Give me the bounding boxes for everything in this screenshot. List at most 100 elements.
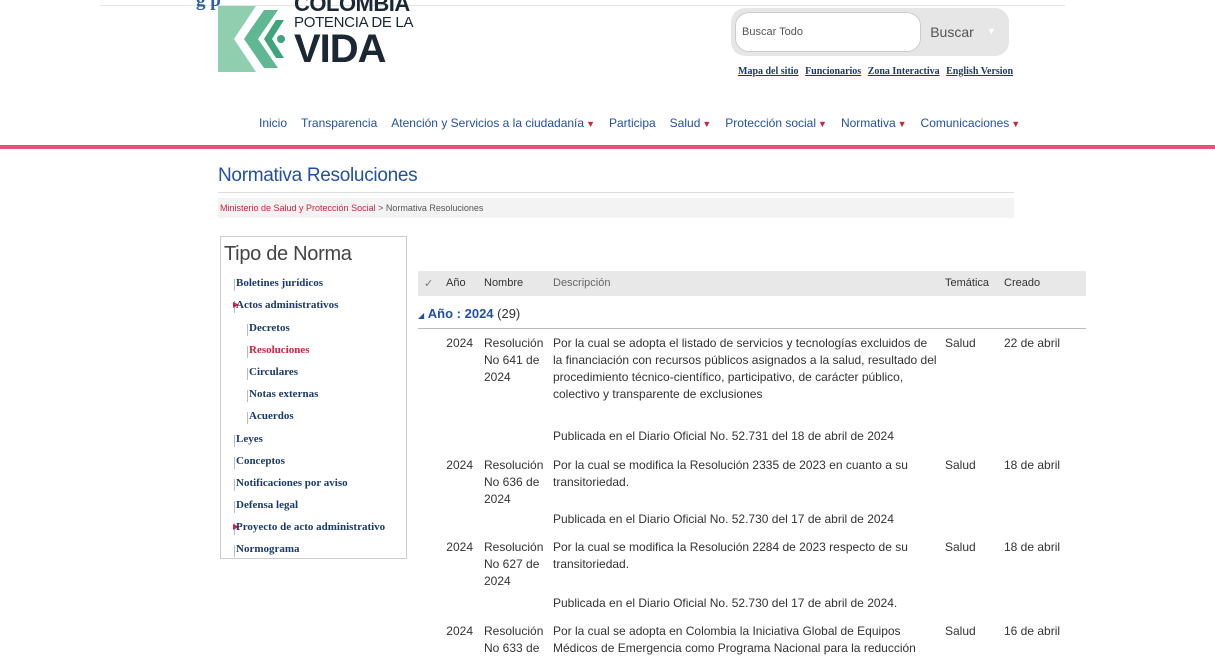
search-button[interactable]: Buscar: [921, 12, 983, 52]
dropdown-caret-icon: ▼: [702, 119, 712, 129]
utility-links: Mapa del sitio Funcionarios Zona Interac…: [738, 66, 1017, 77]
dropdown-caret-icon: ▼: [586, 119, 595, 129]
tree-line: [234, 545, 235, 557]
nav-item-label: Protección social: [725, 116, 817, 130]
nav-item-5[interactable]: Protección social ▼: [725, 116, 827, 130]
cell-theme: Salud: [945, 624, 976, 638]
sidebar-item[interactable]: Notas externas: [249, 388, 318, 400]
nav-item-0[interactable]: Inicio: [259, 116, 287, 130]
nav-item-2[interactable]: Atención y Servicios a la ciudadanía ▼: [391, 116, 595, 130]
collapse-triangle-icon[interactable]: ◢: [418, 311, 424, 320]
cell-created: 18 de abril: [1004, 458, 1061, 472]
sidebar-item[interactable]: Actos administrativos: [236, 299, 338, 311]
nav-item-label: Transparencia: [301, 116, 378, 130]
cell-name[interactable]: Resolución No 627 de 2024: [484, 539, 544, 590]
tree-line: [234, 479, 235, 491]
norm-type-sidebar: Tipo de Norma Boletines jurídicos ▶ Actos …: [220, 236, 407, 559]
group-divider: [418, 328, 1086, 329]
group-value: 2024: [464, 306, 494, 321]
column-header-theme[interactable]: Temática: [945, 277, 989, 289]
search-input[interactable]: [735, 12, 921, 52]
sidebar-item[interactable]: Proyecto de acto administrativo: [236, 521, 385, 533]
nav-item-label: Normativa: [840, 116, 896, 130]
link-english-version[interactable]: English Version: [946, 66, 1013, 77]
sidebar-item[interactable]: Resoluciones: [249, 344, 310, 356]
nav-item-3[interactable]: Participa: [609, 116, 656, 130]
sidebar-item[interactable]: Defensa legal: [236, 499, 298, 511]
column-header-description[interactable]: Descripción: [553, 277, 610, 289]
logo-mark-icon: [218, 6, 285, 72]
column-header-name[interactable]: Nombre: [484, 277, 523, 289]
link-interactive-zone[interactable]: Zona Interactiva: [868, 66, 940, 77]
cell-created: 16 de abril: [1004, 624, 1061, 638]
cell-year: 2024: [446, 336, 473, 350]
cell-description: Por la cual se adopta en Colombia la Ini…: [553, 624, 916, 655]
main-nav: Inicio Transparencia Atención y Servicios …: [259, 116, 1034, 130]
cell-publication-note: Publicada en el Diario Oficial No. 52.73…: [553, 596, 898, 610]
dropdown-caret-icon: ▼: [818, 119, 827, 129]
cell-created: 18 de abril: [1004, 540, 1061, 554]
breadcrumb: Ministerio de Salud y Protección Social …: [218, 198, 1014, 218]
nav-item-label: Inicio: [259, 116, 288, 130]
cell-theme: Salud: [945, 540, 976, 554]
tree-line: [234, 435, 235, 447]
logo-line-1: COLOMBIA: [294, 0, 410, 16]
cell-theme: Salud: [945, 336, 976, 350]
select-all-check-icon[interactable]: ✓: [424, 277, 433, 290]
title-divider: [218, 192, 1014, 193]
cell-year: 2024: [446, 624, 473, 638]
tree-line: [234, 457, 235, 469]
column-header-created[interactable]: Creado: [1004, 277, 1040, 289]
nav-item-label: Comunicaciones: [920, 116, 1010, 130]
dropdown-caret-icon: ▼: [897, 119, 907, 129]
breadcrumb-separator: >: [375, 203, 386, 213]
tree-line: [247, 368, 248, 380]
breadcrumb-link-home[interactable]: Ministerio de Salud y Protección Social: [220, 203, 376, 213]
tree-line: [247, 412, 248, 424]
nav-item-label: Atención y Servicios a la ciudadanía: [391, 116, 585, 130]
search-box: Buscar ▼: [731, 8, 1009, 56]
cell-publication-note: Publicada en el Diario Oficial No. 52.73…: [553, 429, 894, 443]
group-label: Año :: [427, 306, 465, 321]
tree-line: [247, 324, 248, 336]
column-header-year[interactable]: Año: [446, 277, 466, 289]
site-logo[interactable]: COLOMBIA POTENCIA DE LA VIDA: [218, 0, 418, 76]
logo-line-3: VIDA: [294, 27, 387, 71]
chevron-down-icon[interactable]: ▼: [987, 26, 996, 36]
sidebar-item[interactable]: Notificaciones por aviso: [236, 477, 348, 489]
cell-year: 2024: [446, 458, 473, 472]
year-group-header[interactable]: ◢ Año : 2024 (29): [418, 306, 520, 321]
cell-publication-note: Publicada en el Diario Oficial No. 52.73…: [553, 512, 894, 526]
cell-description: Por la cual se modifica la Resolución 22…: [553, 540, 908, 571]
sidebar-item[interactable]: Boletines jurídicos: [236, 277, 323, 289]
cell-name[interactable]: Resolución No 641 de 2024: [484, 335, 544, 386]
cell-name[interactable]: Resolución No 633 de: [484, 623, 544, 657]
nav-item-6[interactable]: Normativa ▼: [841, 116, 907, 130]
nav-item-1[interactable]: Transparencia: [301, 116, 377, 130]
page-title: Normativa Resoluciones: [218, 165, 418, 186]
tree-line: [234, 279, 235, 291]
sidebar-item[interactable]: Acuerdos: [249, 410, 294, 422]
nav-item-4[interactable]: Salud ▼: [670, 116, 712, 130]
dropdown-caret-icon: ▼: [1011, 119, 1021, 129]
sidebar-item[interactable]: Leyes: [236, 433, 263, 445]
link-officials[interactable]: Funcionarios: [805, 66, 861, 77]
group-count: (29): [493, 306, 521, 321]
cell-year: 2024: [446, 540, 473, 554]
link-site-map[interactable]: Mapa del sitio: [738, 66, 799, 77]
tree-line: [247, 390, 248, 402]
cell-theme: Salud: [945, 458, 976, 472]
tree-line: [247, 346, 248, 358]
cell-description: Por la cual se modifica la Resolución 23…: [553, 458, 908, 489]
nav-item-label: Salud: [669, 116, 701, 130]
sidebar-item[interactable]: Normograma: [236, 543, 300, 555]
sidebar-item[interactable]: Decretos: [249, 322, 290, 334]
cell-name[interactable]: Resolución No 636 de 2024: [484, 457, 544, 508]
nav-item-label: Participa: [608, 116, 656, 130]
sidebar-item[interactable]: Circulares: [249, 366, 298, 378]
sidebar-item[interactable]: Conceptos: [236, 455, 285, 467]
nav-item-7[interactable]: Comunicaciones ▼: [921, 116, 1021, 130]
cell-description: Por la cual se adopta el listado de serv…: [553, 336, 937, 401]
header-divider: [0, 145, 1215, 149]
sidebar-title: Tipo de Norma: [224, 243, 352, 265]
